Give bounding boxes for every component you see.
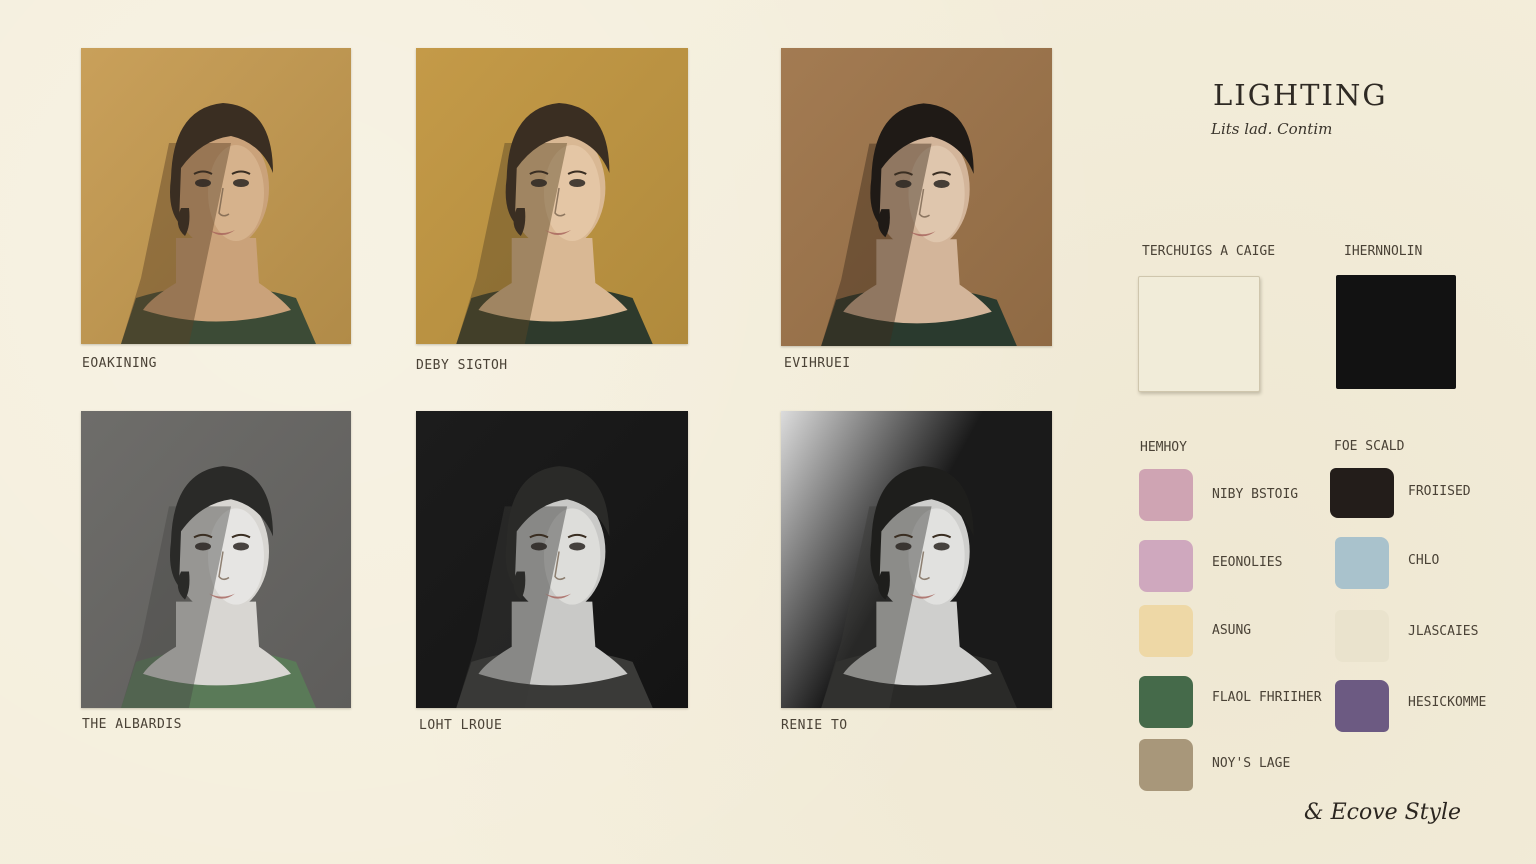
portrait-caption-5: LOHT LROUE bbox=[419, 718, 503, 733]
palette-right-label-4: HESICKOMME bbox=[1408, 695, 1487, 710]
dark-tone-label: IHERNNOLIN bbox=[1344, 244, 1423, 259]
portrait-tile-3 bbox=[781, 48, 1052, 346]
dark-tone-swatch bbox=[1336, 275, 1456, 389]
portrait-tile-5 bbox=[416, 411, 688, 708]
portrait-caption-2: DEBY SIGTOH bbox=[416, 358, 508, 373]
palette-right-swatch-2 bbox=[1335, 537, 1389, 589]
palette-right-label: FOE SCALD bbox=[1334, 439, 1405, 454]
portrait-illustration bbox=[781, 48, 1052, 346]
palette-left-label-2: EEONOLIES bbox=[1212, 555, 1283, 570]
palette-left-swatch-1 bbox=[1139, 469, 1193, 521]
light-tone-label: TERCHUIGS A CAIGE bbox=[1142, 244, 1276, 259]
portrait-tile-2 bbox=[416, 48, 688, 344]
portrait-caption-6: RENIE TO bbox=[781, 718, 848, 733]
palette-left-label-3: ASUNG bbox=[1212, 623, 1252, 638]
palette-left-swatch-5 bbox=[1139, 739, 1193, 791]
portrait-tile-1 bbox=[81, 48, 351, 344]
palette-left-swatch-4 bbox=[1139, 676, 1193, 728]
palette-right-swatch-1 bbox=[1330, 468, 1394, 518]
portrait-illustration bbox=[81, 48, 351, 344]
page-title: LIGHTING bbox=[1213, 78, 1388, 112]
palette-right-label-3: JLASCAIES bbox=[1408, 624, 1479, 639]
portrait-tile-4 bbox=[81, 411, 351, 708]
artist-signature: & Ecove Style bbox=[1304, 800, 1462, 825]
light-tone-swatch bbox=[1138, 276, 1260, 392]
portrait-illustration bbox=[416, 411, 688, 708]
palette-right-label-1: FROIISED bbox=[1408, 484, 1471, 499]
palette-right-swatch-4 bbox=[1335, 680, 1389, 732]
portrait-caption-3: EVIHRUEI bbox=[784, 356, 851, 371]
portrait-caption-1: EOAKINING bbox=[82, 356, 157, 371]
palette-left-swatch-3 bbox=[1139, 605, 1193, 657]
page-subtitle: Lits lad. Contim bbox=[1211, 120, 1333, 138]
portrait-caption-4: THE ALBARDIS bbox=[82, 717, 182, 732]
palette-right-label-2: CHLO bbox=[1408, 553, 1440, 568]
palette-left-swatch-2 bbox=[1139, 540, 1193, 592]
palette-right-swatch-3 bbox=[1335, 610, 1389, 662]
portrait-tile-6 bbox=[781, 411, 1052, 708]
palette-left-label-5: NOY'S LAGE bbox=[1212, 756, 1291, 771]
portrait-illustration bbox=[781, 411, 1052, 708]
palette-left-label: HEMHOY bbox=[1140, 440, 1187, 455]
portrait-illustration bbox=[416, 48, 688, 344]
palette-left-label-1: NIBY BSTOIG bbox=[1212, 487, 1299, 502]
palette-left-label-4: FLAOL FHRIIHER bbox=[1212, 690, 1322, 705]
portrait-illustration bbox=[81, 411, 351, 708]
